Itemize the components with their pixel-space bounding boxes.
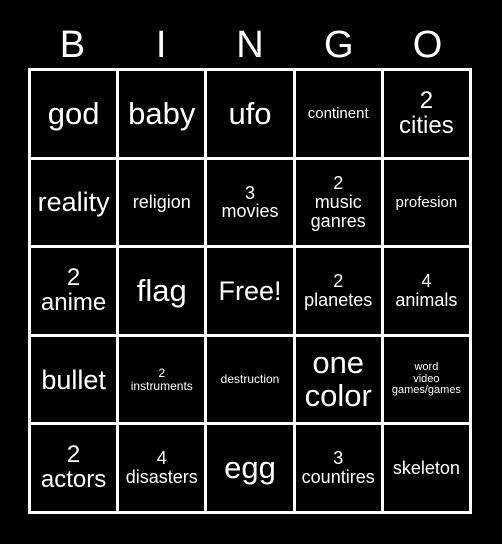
bingo-cell-label: 2 music ganres	[310, 173, 366, 231]
bingo-cell-label: 2 planetes	[304, 271, 373, 310]
bingo-cell-label: flag	[136, 272, 187, 308]
bingo-cell-label: religion	[132, 192, 191, 213]
bingo-cell-label: 2 anime	[40, 264, 107, 316]
bingo-header-row: BINGO	[28, 22, 472, 68]
bingo-cell-label: profesion	[395, 193, 458, 211]
bingo-cell-r5c4[interactable]: 3 countires	[295, 425, 381, 511]
bingo-cell-label: 4 disasters	[125, 448, 198, 488]
bingo-cell-label: 4 animals	[395, 271, 458, 310]
bingo-cell-r5c1[interactable]: 2 actors	[31, 425, 117, 511]
bingo-cell-r4c5[interactable]: word video games/games	[383, 336, 469, 423]
bingo-cell-r2c3[interactable]: 3 movies	[207, 159, 293, 246]
bingo-cell-label: skeleton	[392, 457, 460, 478]
bingo-cell-r5c2[interactable]: 4 disasters	[119, 425, 205, 511]
bingo-cell-label: 2 instruments	[130, 366, 193, 393]
bingo-cell-label: 2 cities	[399, 86, 454, 139]
bingo-cell-r1c3[interactable]: ufo	[207, 71, 293, 157]
bingo-cell-label: egg	[224, 450, 276, 486]
bingo-cell-r4c3[interactable]: destruction	[207, 336, 293, 423]
bingo-cell-label: word video games/games	[391, 361, 461, 397]
bingo-cell-label: bullet	[41, 364, 106, 395]
bingo-header-letter-o: O	[412, 24, 443, 66]
bingo-cell-r4c4[interactable]: one color	[295, 336, 381, 423]
bingo-cell-r1c5[interactable]: 2 cities	[383, 71, 469, 157]
bingo-cell-r1c2[interactable]: baby	[119, 71, 205, 157]
bingo-cell-label: reality	[37, 187, 110, 218]
bingo-grid: god baby ufo continent 2 cities reality religi…	[28, 68, 472, 514]
bingo-cell-r2c5[interactable]: profesion	[383, 159, 469, 246]
bingo-cell-label: 2 actors	[40, 441, 107, 494]
bingo-cell-r5c5[interactable]: skeleton	[383, 425, 469, 511]
bingo-cell-r3c4[interactable]: 2 planetes	[295, 248, 381, 334]
bingo-cell-label: 3 movies	[221, 182, 279, 222]
bingo-header-letter-b: B	[59, 24, 86, 66]
bingo-cell-label: one color	[304, 345, 372, 413]
bingo-cell-r4c1[interactable]: bullet	[31, 336, 117, 423]
bingo-cell-r1c1[interactable]: god	[31, 71, 117, 157]
bingo-cell-label: god	[47, 95, 100, 131]
bingo-cell-label: destruction	[220, 372, 280, 387]
bingo-cell-label: ufo	[228, 95, 272, 131]
bingo-cell-label: Free!	[218, 275, 282, 306]
bingo-header-letter-i: I	[155, 24, 167, 66]
bingo-card: B I N G O god baby ufo continent 2 cities reality…	[0, 0, 502, 544]
bingo-header-letter-n: N	[236, 24, 264, 66]
bingo-cell-r3c3[interactable]: Free!	[207, 248, 293, 334]
bingo-cell-r3c5[interactable]: 4 animals	[383, 248, 469, 334]
bingo-cell-r2c4[interactable]: 2 music ganres	[295, 159, 381, 246]
bingo-cell-r4c2[interactable]: 2 instruments	[119, 336, 205, 423]
bingo-cell-r3c2[interactable]: flag	[119, 248, 205, 334]
bingo-cell-r3c1[interactable]: 2 anime	[31, 248, 117, 334]
bingo-cell-label: baby	[128, 95, 196, 131]
bingo-cell-r2c2[interactable]: religion	[119, 159, 205, 246]
bingo-cell-r1c4[interactable]: continent	[295, 71, 381, 157]
bingo-cell-label: continent	[307, 105, 369, 122]
bingo-cell-r5c3[interactable]: egg	[207, 425, 293, 511]
bingo-cell-r2c1[interactable]: reality	[31, 159, 117, 246]
bingo-cell-label: 3 countires	[301, 448, 375, 488]
bingo-header-letter-g: G	[324, 24, 354, 66]
